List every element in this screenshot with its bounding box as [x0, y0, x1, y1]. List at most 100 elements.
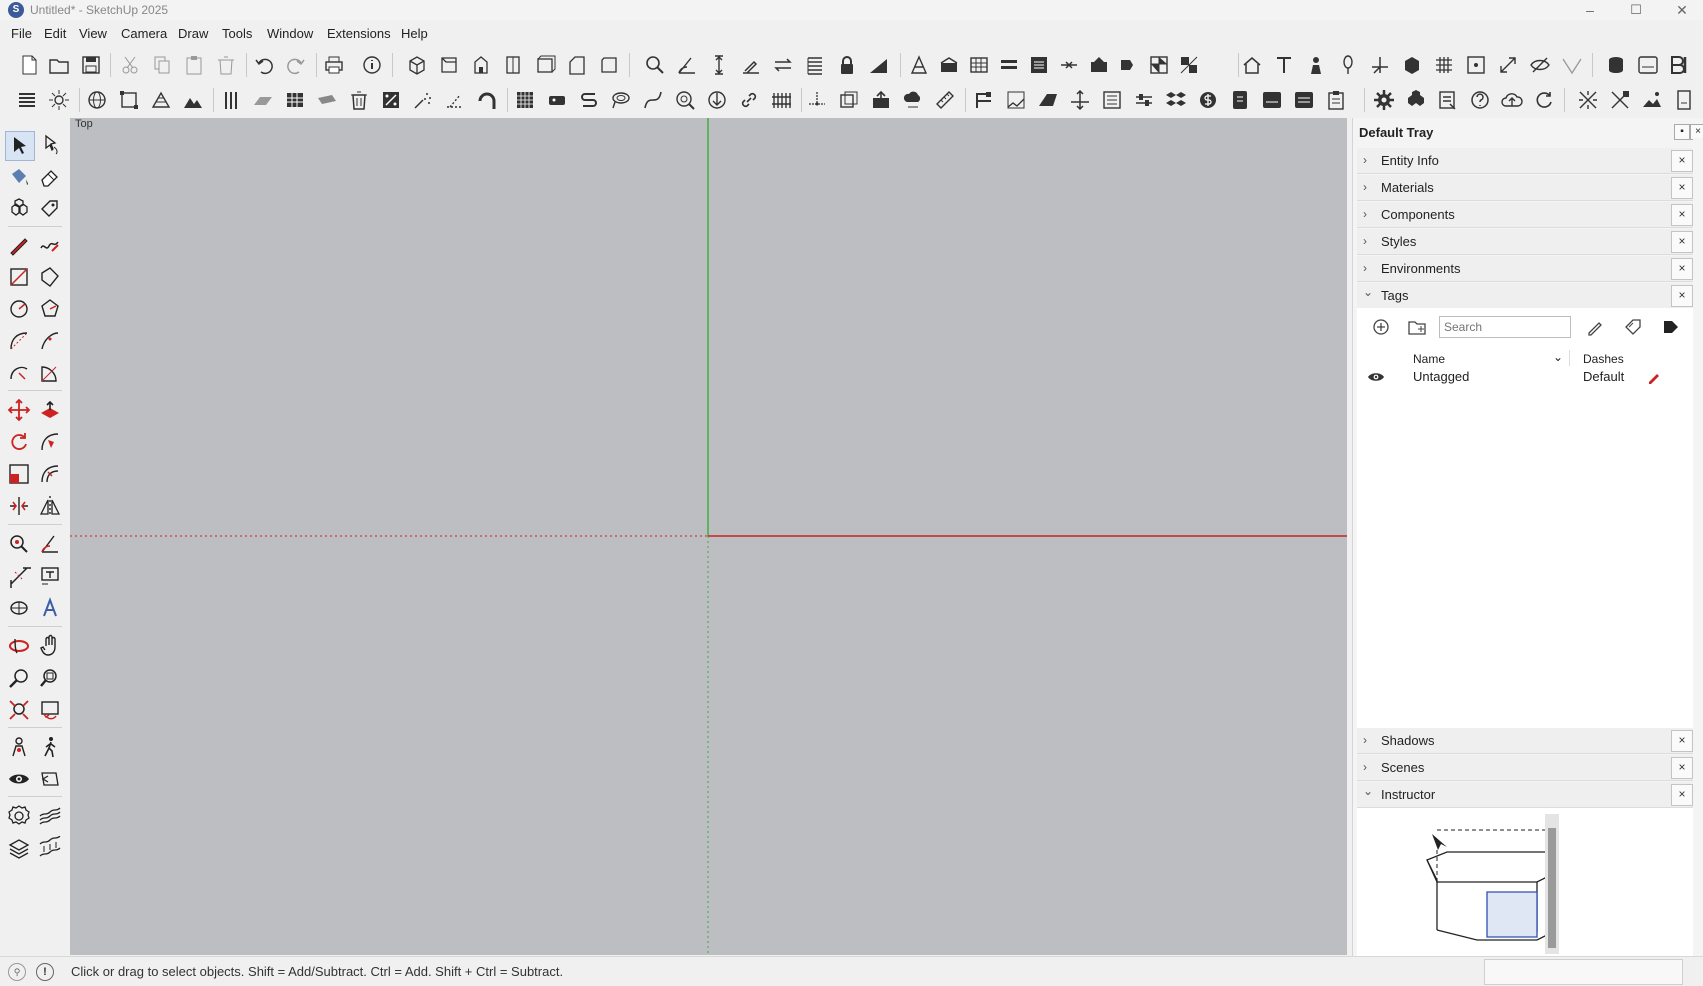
zoom-window-icon[interactable]	[36, 664, 64, 692]
instructor-scrollbar[interactable]	[1545, 814, 1559, 954]
top-view-icon[interactable]	[437, 53, 461, 77]
model-info-icon[interactable]	[360, 53, 384, 77]
pin-tray-icon[interactable]: ▪	[1674, 124, 1690, 140]
solid-box-icon[interactable]	[1400, 53, 1424, 77]
tag-tool-icon[interactable]	[36, 195, 64, 223]
text-label-icon[interactable]	[739, 53, 763, 77]
close-panel-icon[interactable]: ×	[1671, 730, 1693, 752]
walk-icon[interactable]	[36, 733, 64, 761]
spiral-icon[interactable]	[609, 88, 633, 112]
menu-file[interactable]: File	[11, 26, 32, 41]
layers-list-icon[interactable]	[803, 53, 827, 77]
print-icon[interactable]	[322, 53, 346, 77]
panel-tags[interactable]: ⌄ Tags ×	[1357, 283, 1693, 309]
offset-icon[interactable]	[36, 460, 64, 488]
scale-icon[interactable]	[5, 460, 33, 488]
map-pin-icon[interactable]	[1004, 88, 1028, 112]
hamburger-menu-icon[interactable]	[15, 88, 39, 112]
stamp-layers-icon[interactable]	[5, 834, 33, 862]
paste-icon[interactable]	[182, 53, 206, 77]
protractor-icon[interactable]	[675, 53, 699, 77]
freehand-icon[interactable]	[36, 231, 64, 259]
spray-points-icon[interactable]	[411, 88, 435, 112]
irr-badge-icon[interactable]	[1292, 88, 1316, 112]
open-folder-icon[interactable]	[47, 53, 71, 77]
window-frame-icon[interactable]	[1464, 53, 1488, 77]
position-camera-icon[interactable]	[5, 733, 33, 761]
add-tag-folder-icon[interactable]	[1407, 317, 1427, 337]
section-plane-tool-icon[interactable]	[36, 765, 64, 793]
database-icon[interactable]	[1604, 53, 1628, 77]
s-curve-icon[interactable]	[577, 88, 601, 112]
menu-draw[interactable]: Draw	[178, 26, 208, 41]
previous-view-icon[interactable]	[36, 696, 64, 724]
three-point-arc-icon[interactable]	[5, 359, 33, 387]
tree-branch-icon[interactable]	[972, 88, 996, 112]
trash-column-icon[interactable]	[347, 88, 371, 112]
document-export-icon[interactable]	[1672, 88, 1696, 112]
person-icon[interactable]	[1304, 53, 1328, 77]
terrain-mesh-icon[interactable]	[36, 802, 64, 830]
move-axis-icon[interactable]	[1068, 88, 1092, 112]
two-point-arc-icon[interactable]	[36, 327, 64, 355]
menu-tools[interactable]: Tools	[222, 26, 252, 41]
select-arrow-icon[interactable]	[5, 131, 35, 161]
columns-icon[interactable]	[219, 88, 243, 112]
extension-e-icon[interactable]	[1177, 53, 1201, 77]
front-view-icon[interactable]	[469, 53, 493, 77]
panel-components[interactable]: › Components ×	[1357, 202, 1693, 228]
upload-box-icon[interactable]	[869, 88, 893, 112]
terrain-contour-icon[interactable]	[149, 88, 173, 112]
cloud-upload-icon[interactable]	[1500, 88, 1524, 112]
close-window-button[interactable]: ✕	[1659, 0, 1703, 20]
close-panel-icon[interactable]: ×	[1671, 285, 1693, 307]
cut-icon[interactable]	[118, 53, 142, 77]
menu-window[interactable]: Window	[267, 26, 313, 41]
dimension-tool-icon[interactable]	[5, 562, 33, 590]
panel-shadows[interactable]: › Shadows ×	[1357, 728, 1693, 754]
erase-selection-icon[interactable]	[214, 53, 238, 77]
extension-a-icon[interactable]	[1027, 53, 1051, 77]
eraser-icon[interactable]	[36, 163, 64, 191]
corner-snap-icon[interactable]	[805, 88, 829, 112]
close-panel-icon[interactable]: ×	[1671, 150, 1693, 172]
scroll-panel-icon[interactable]	[1100, 88, 1124, 112]
sandbox-slope-icon[interactable]	[867, 53, 891, 77]
hide-eye-icon[interactable]	[1528, 53, 1552, 77]
close-panel-icon[interactable]: ×	[1671, 784, 1693, 806]
help-circle-icon[interactable]	[1468, 88, 1492, 112]
refresh-circle-icon[interactable]	[1532, 88, 1556, 112]
panel-instructor[interactable]: ⌄ Instructor ×	[1357, 782, 1693, 808]
tag-dashes[interactable]: Default	[1583, 369, 1624, 384]
layered-box-icon[interactable]	[837, 88, 861, 112]
protractor-tool-icon[interactable]	[36, 530, 64, 558]
weld-icon[interactable]	[1608, 88, 1632, 112]
anchor-down-icon[interactable]	[705, 88, 729, 112]
back-view-icon[interactable]	[533, 53, 557, 77]
sort-chevron-icon[interactable]: ⌄	[1553, 350, 1563, 364]
rotated-rectangle-icon[interactable]	[36, 263, 64, 291]
grid-table-icon[interactable]	[967, 53, 991, 77]
grid-icon[interactable]	[1432, 53, 1456, 77]
save-icon[interactable]	[79, 53, 103, 77]
panel-scenes[interactable]: › Scenes ×	[1357, 755, 1693, 781]
warehouse-icon[interactable]	[937, 53, 961, 77]
dollar-badge-icon[interactable]	[1196, 88, 1220, 112]
text-box-icon[interactable]	[36, 562, 64, 590]
lasso-select-icon[interactable]	[36, 131, 64, 159]
scroll-thumb[interactable]	[1548, 828, 1556, 948]
percent-grid-icon[interactable]	[379, 88, 403, 112]
zoom-extents-icon[interactable]	[5, 696, 33, 724]
wedge-icon[interactable]	[1560, 53, 1584, 77]
mirror-icon[interactable]	[36, 492, 64, 520]
expand-arrows-icon[interactable]	[1496, 53, 1520, 77]
loss-badge-icon[interactable]	[1636, 53, 1660, 77]
panel-environments[interactable]: › Environments ×	[1357, 256, 1693, 282]
chip-icon[interactable]	[545, 88, 569, 112]
fence-icon[interactable]	[769, 88, 793, 112]
kwh-badge-icon[interactable]	[1260, 88, 1284, 112]
dot-grid-icon[interactable]	[513, 88, 537, 112]
extension-d-icon[interactable]	[1147, 53, 1171, 77]
orbit-icon[interactable]	[5, 632, 33, 660]
make-component-icon[interactable]	[5, 195, 33, 223]
